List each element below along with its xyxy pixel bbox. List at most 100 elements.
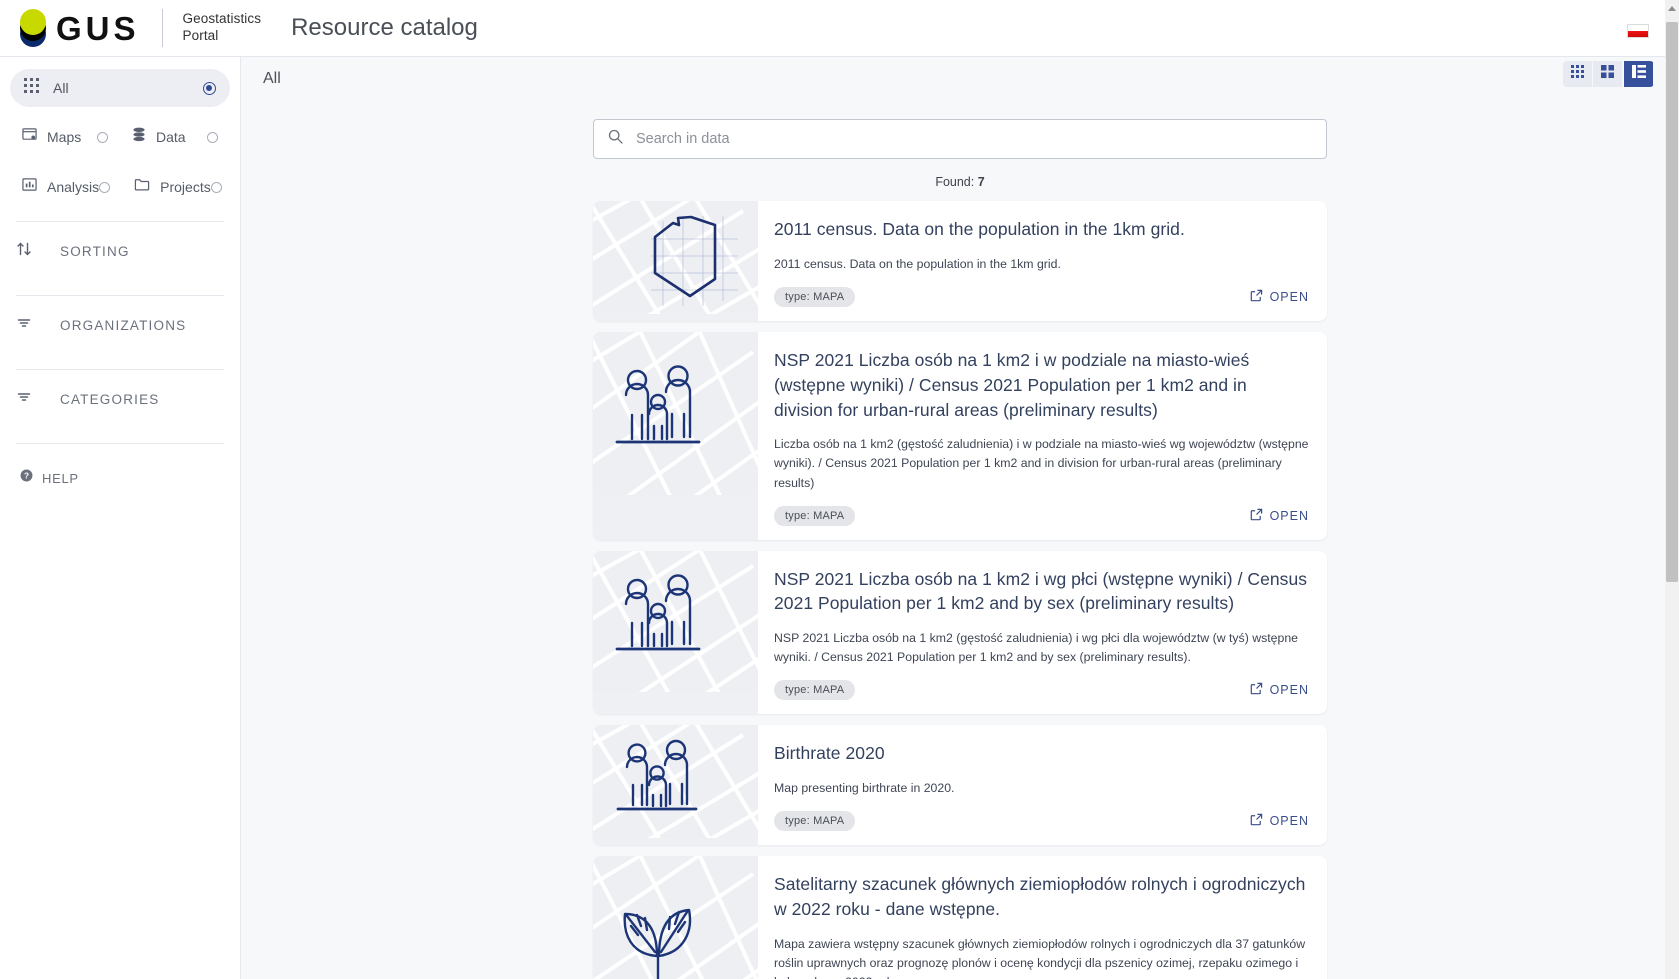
result-body: Birthrate 2020 Map presenting birthrate … [758,725,1327,845]
family-icon [593,725,758,839]
results-scroll-area[interactable]: Found: 7 [241,101,1679,979]
results-count-label: Found: [935,175,975,189]
result-thumbnail [593,331,758,540]
external-link-icon [1250,813,1263,829]
sidebar-item-maps-label: Maps [47,129,82,145]
main-header: All [241,57,1679,101]
result-card[interactable]: NSP 2021 Liczba osób na 1 km2 i w podzia… [593,331,1327,540]
family-icon [593,331,758,495]
sidebar-item-projects-label: Projects [160,179,211,195]
result-title: Satelitarny szacunek głównych ziemiopłod… [774,874,1306,920]
sidebar-item-analysis[interactable]: Analysis [10,167,122,207]
search-bar[interactable] [593,119,1327,159]
main-content: All Search in data Found: 7 2011 census.… [241,57,1679,979]
sidebar-analysis-radio[interactable] [99,181,111,193]
result-description: Map presenting birthrate in 2020. [774,781,955,796]
open-button-label: OPEN [1269,289,1309,304]
folder-icon [134,177,150,197]
polygon-grid-icon [593,201,758,314]
sidebar-data-radio[interactable] [207,131,218,143]
sidebar-divider-4 [16,443,224,444]
result-title: 2011 census. Data on the population in t… [774,219,1185,239]
external-link-icon [1250,508,1263,524]
results-count-value: 7 [977,175,985,189]
sidebar-row-2: Analysis Projects [0,167,240,207]
open-button[interactable]: OPEN [1250,508,1309,524]
view-mode-compact-grid[interactable] [1563,61,1592,87]
sidebar-section-organizations[interactable]: ORGANIZATIONS [0,296,240,355]
result-body: NSP 2021 Liczba osób na 1 km2 i w podzia… [758,332,1327,540]
result-description: NSP 2021 Liczba osób na 1 km2 (gęstość z… [774,631,1299,665]
sidebar-item-all-label: All [53,80,69,96]
scrollbar-thumb[interactable] [1666,22,1678,582]
open-button[interactable]: OPEN [1250,813,1309,829]
sidebar-item-maps[interactable]: Maps [10,117,120,157]
main-heading: All [263,70,281,87]
external-link-icon [1250,289,1263,305]
result-card[interactable]: 2011 census. Data on the population in t… [593,201,1327,321]
result-type-badge: type: MAPA [774,680,856,701]
database-icon [132,127,146,147]
results-count: Found: 7 [593,175,1327,189]
sort-icon [16,241,32,262]
page-title: Resource catalog [291,14,478,41]
sidebar-item-projects[interactable]: Projects [122,167,234,207]
sidebar-projects-radio[interactable] [210,181,222,193]
results-column: Found: 7 [593,101,1327,979]
brand-name: GUS [56,9,140,47]
sidebar-section-sorting[interactable]: SORTING [0,222,240,281]
help-circle-icon: ? [20,469,33,487]
brand-divider [161,9,163,47]
sidebar-section-sorting-label: SORTING [60,244,130,259]
brand-subtitle-line2: Portal [182,28,219,43]
sidebar-row-1: Maps Data [0,117,240,157]
view-mode-toggle [1563,61,1654,87]
sidebar-section-categories-label: CATEGORIES [60,392,160,407]
view-mode-list[interactable] [1624,61,1653,87]
result-card[interactable]: Birthrate 2020 Map presenting birthrate … [593,725,1327,846]
sidebar-item-data-label: Data [156,129,186,145]
page-scrollbar[interactable] [1665,0,1679,979]
result-card[interactable]: Satelitarny szacunek głównych ziemiopłod… [593,856,1327,979]
external-link-icon [1250,682,1263,698]
result-type-badge: type: MAPA [774,505,856,526]
search-icon [608,129,623,149]
scroll-up-arrow-icon[interactable] [1668,6,1676,11]
list-icon [1631,65,1646,83]
gus-logo-icon [16,9,50,47]
poland-flag-icon[interactable] [1627,24,1649,38]
grid-icon [24,78,39,98]
open-button-label: OPEN [1269,683,1309,698]
sidebar-item-analysis-label: Analysis [47,179,100,195]
open-button[interactable]: OPEN [1250,289,1309,305]
result-title: Birthrate 2020 [774,743,885,764]
search-input[interactable] [634,130,1312,148]
result-title: NSP 2021 Liczba osób na 1 km2 i wg płci … [774,568,1308,614]
result-description: Mapa zawiera wstępny szacunek głównych z… [774,936,1306,979]
grid-4-icon [1601,65,1614,83]
open-button[interactable]: OPEN [1250,682,1309,698]
result-footer: type: MAPA OPEN [774,811,1309,837]
view-mode-card-grid[interactable] [1593,61,1622,87]
sidebar-all-radio[interactable] [203,81,216,95]
sidebar-item-help[interactable]: ? HELP [0,458,240,498]
result-body: NSP 2021 Liczba osób na 1 km2 i wg płci … [758,551,1327,715]
result-type-badge: type: MAPA [774,811,856,832]
result-body: Satelitarny szacunek głównych ziemiopłod… [758,856,1327,979]
sidebar-maps-radio[interactable] [97,131,108,143]
result-footer: type: MAPA OPEN [774,505,1309,532]
sidebar-item-data[interactable]: Data [120,117,230,157]
open-button-label: OPEN [1269,508,1309,523]
top-bar: GUS Geostatistics Portal Resource catalo… [0,0,1679,57]
result-thumbnail [593,856,758,979]
sidebar-section-categories[interactable]: CATEGORIES [0,370,240,429]
result-body: 2011 census. Data on the population in t… [758,201,1327,321]
result-footer: type: MAPA OPEN [774,286,1309,313]
brand-logo[interactable]: GUS [0,9,140,47]
result-description: Liczba osób na 1 km2 (gęstość zaludnieni… [774,437,1309,490]
result-thumbnail [593,201,758,321]
result-type-badge: type: MAPA [774,286,856,307]
sidebar-item-all[interactable]: All [10,69,230,107]
result-card[interactable]: NSP 2021 Liczba osób na 1 km2 i wg płci … [593,550,1327,715]
svg-text:?: ? [24,471,29,481]
